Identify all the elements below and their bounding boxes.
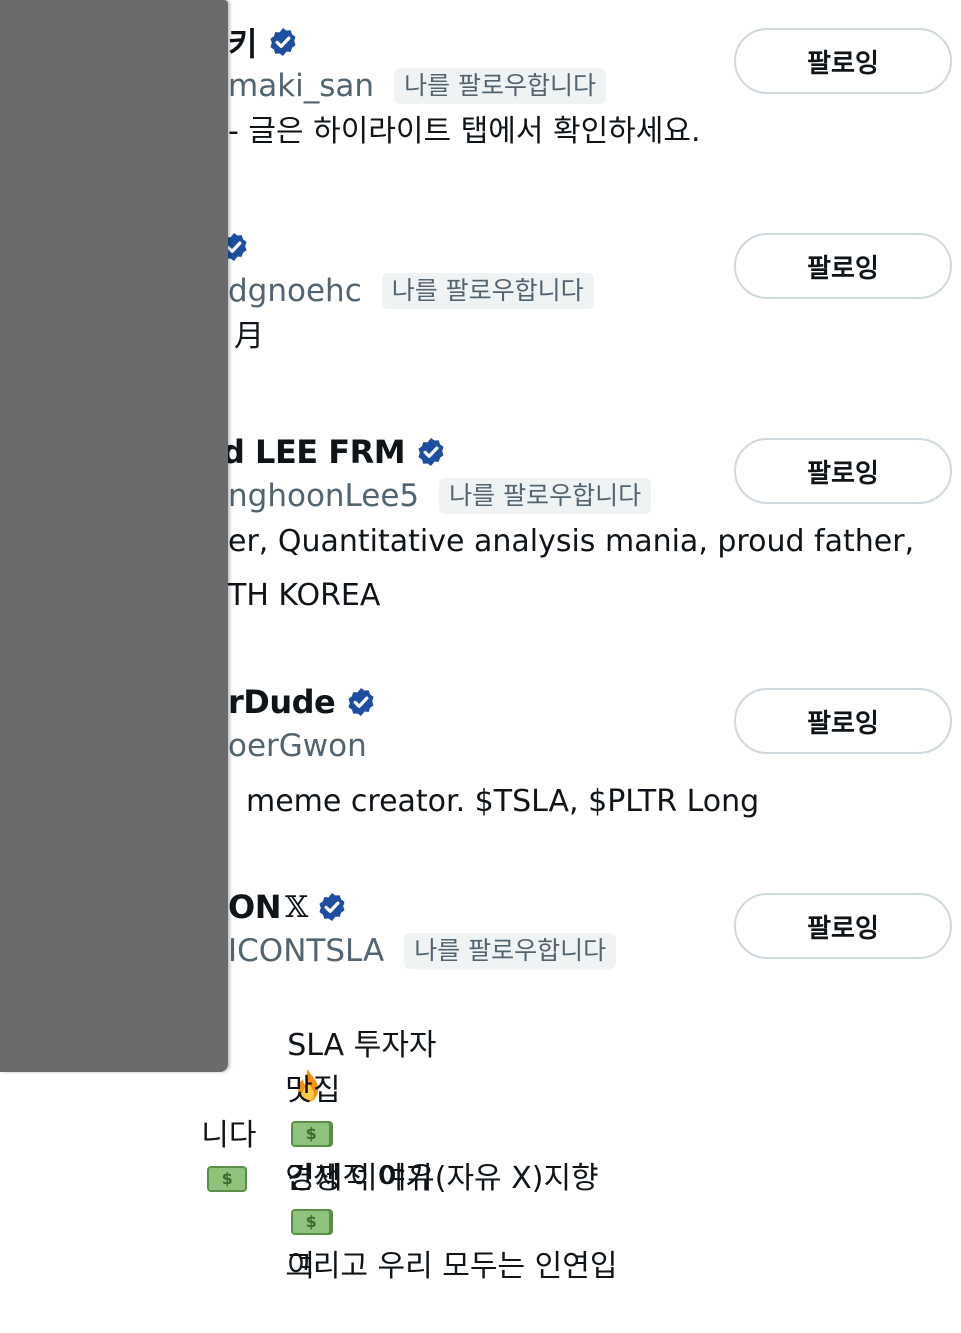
redaction-overlay xyxy=(0,0,228,1072)
bio: - 글은 하이라이트 탭에서 확인하세요. xyxy=(228,114,701,149)
bio-text: 니다 xyxy=(201,1118,257,1153)
display-name-row: rDude xyxy=(228,680,377,724)
handle-row: nghoonLee5 나를 팔로우합니다 xyxy=(228,474,652,518)
display-name: rDude xyxy=(228,683,336,721)
handle: ICONTSLA xyxy=(228,933,385,969)
handle-row: maki_san 나를 팔로우합니다 xyxy=(228,64,607,108)
bio-line: er, Quantitative analysis mania, proud f… xyxy=(228,524,915,559)
verified-badge-icon xyxy=(418,438,444,466)
money-emoji-icon xyxy=(291,1121,332,1147)
bio-line: 니다 xyxy=(144,1070,256,1246)
handle: oerGwon xyxy=(228,728,367,764)
display-name: d LEE FRM xyxy=(222,433,406,471)
bio-text: 인생 이야기 xyxy=(285,1161,433,1196)
handle: dgnoehc xyxy=(228,273,362,309)
display-name: 키 xyxy=(228,25,257,63)
following-button[interactable]: 팔로잉 xyxy=(734,28,952,94)
follows-you-badge: 나를 팔로우합니다 xyxy=(439,478,652,514)
verified-badge-icon xyxy=(348,688,374,716)
display-name-row: 키 xyxy=(228,20,299,64)
bio-text: 그리고 우리 모두는 인연입 xyxy=(285,1249,618,1284)
handle-row: oerGwon xyxy=(228,724,367,768)
following-button[interactable]: 팔로잉 xyxy=(734,233,952,299)
handle: maki_san xyxy=(228,68,375,104)
verified-badge-icon xyxy=(319,893,345,921)
bio: meme creator. $TSLA, $PLTR Long xyxy=(246,784,760,819)
follows-you-badge: 나를 팔로우합니다 xyxy=(394,68,607,104)
money-emoji-icon xyxy=(291,1209,332,1235)
handle-row: dgnoehc 나를 팔로우합니다 xyxy=(228,269,594,313)
following-button[interactable]: 팔로잉 xyxy=(734,688,952,754)
handle: nghoonLee5 xyxy=(228,478,420,514)
display-name-row: ON 𝕏 xyxy=(228,885,348,929)
follows-you-badge: 나를 팔로우합니다 xyxy=(381,273,594,309)
follows-you-badge: 나를 팔로우합니다 xyxy=(404,933,617,969)
x-logo-icon: 𝕏 xyxy=(284,889,309,925)
bio-line: TH KOREA xyxy=(228,578,381,613)
money-emoji-icon xyxy=(207,1166,248,1192)
following-button[interactable]: 팔로잉 xyxy=(734,438,952,504)
verified-badge-icon xyxy=(270,28,296,56)
display-name-row: d LEE FRM xyxy=(222,430,447,474)
following-button[interactable]: 팔로잉 xyxy=(734,893,952,959)
display-name: ON xyxy=(228,888,281,926)
handle-row: ICONTSLA 나를 팔로우합니다 xyxy=(228,929,617,973)
bio: 月 xyxy=(234,319,264,354)
bio-text: 맛집 xyxy=(285,1073,341,1108)
bio-line: 맛집 인생 이야기 그리고 우리 모두는 인연입 xyxy=(228,1025,617,1333)
